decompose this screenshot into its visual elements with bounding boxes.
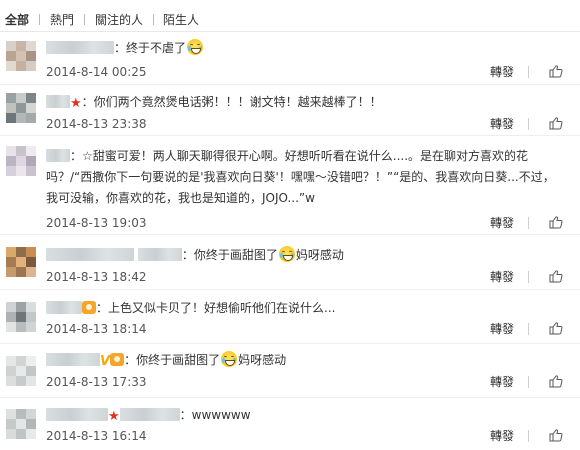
timestamp: 2014-8-13 23:38	[46, 117, 147, 131]
action-divider	[528, 66, 529, 78]
timestamp: 2014-8-13 17:33	[46, 375, 147, 389]
laugh-cry-emoji-icon	[187, 39, 204, 55]
timestamp: 2014-8-14 00:25	[46, 65, 147, 79]
like-button[interactable]	[549, 375, 566, 389]
avatar[interactable]	[6, 356, 36, 386]
repost-button[interactable]: 轉發	[490, 429, 514, 443]
like-button[interactable]	[549, 65, 566, 79]
avatar[interactable]	[6, 302, 36, 332]
avatar[interactable]	[6, 146, 36, 176]
tab-following[interactable]: 關注的人	[95, 12, 143, 28]
like-button[interactable]	[549, 117, 566, 131]
repost-button[interactable]: 轉發	[490, 65, 514, 79]
comment-text: ★ ：wwwwww	[46, 406, 566, 426]
like-button[interactable]	[549, 322, 566, 336]
laugh-cry-emoji-icon	[221, 351, 238, 367]
comment-text: ：☆甜蜜可爱！两人聊天聊得很开心啊。好想听听看在说什么....。是在聊对方喜欢的…	[46, 146, 566, 209]
timestamp: 2014-8-13 16:14	[46, 429, 147, 443]
comment-item: ：☆甜蜜可爱！两人聊天聊得很开心啊。好想听听看在说什么....。是在聊对方喜欢的…	[0, 136, 580, 235]
action-divider	[528, 376, 529, 388]
repost-button[interactable]: 轉發	[490, 270, 514, 284]
comment-body: ：你终于画甜图了	[124, 353, 221, 367]
thumbs-up-icon	[549, 322, 563, 335]
comment-text: ：终于不虐了	[46, 39, 566, 58]
comment-body-tail: 妈呀感动	[295, 248, 344, 262]
comment-body: ：wwwwww	[179, 408, 251, 422]
tab-divider	[84, 14, 85, 25]
avatar[interactable]	[6, 247, 36, 277]
comment-body: ：你终于画甜图了	[181, 248, 278, 262]
timestamp: 2014-8-13 18:14	[46, 322, 147, 336]
repost-button[interactable]: 轉發	[490, 322, 514, 336]
timestamp: 2014-8-13 18:42	[46, 270, 147, 284]
comment-item: V ：你终于画甜图了 妈呀感动 2014-8-13 17:33 轉發	[0, 344, 580, 398]
comment-item: ：你终于画甜图了 妈呀感动 2014-8-13 18:42 轉發	[0, 235, 580, 290]
timestamp: 2014-8-13 19:03	[46, 216, 147, 230]
vip-v-icon: V	[100, 354, 111, 369]
comment-body-tail: 妈呀感动	[238, 353, 287, 367]
red-star-icon: ★	[108, 409, 120, 424]
vip-member-icon	[110, 353, 125, 366]
repost-button[interactable]: 轉發	[490, 117, 514, 131]
action-divider	[528, 118, 529, 130]
laugh-cry-emoji-icon	[278, 246, 295, 262]
username-blurred[interactable]	[46, 408, 108, 421]
comment-text: ：你终于画甜图了 妈呀感动	[46, 246, 566, 265]
thumbs-up-icon	[549, 117, 563, 130]
thumbs-up-icon	[549, 429, 563, 442]
reply-target-blurred[interactable]	[119, 408, 180, 421]
comment-item: ★ ：wwwwww 2014-8-13 16:14 轉發	[0, 398, 580, 450]
username-blurred[interactable]	[46, 149, 70, 162]
comment-body: ：你们两个竟然煲电话粥！！！谢文特！越来越棒了！！	[81, 95, 382, 109]
comment-item: ：终于不虐了 2014-8-14 00:25 轉發	[0, 33, 580, 85]
repost-button[interactable]: 轉發	[490, 375, 514, 389]
avatar[interactable]	[6, 409, 36, 439]
tab-all[interactable]: 全部	[5, 12, 29, 28]
username-blurred[interactable]	[46, 353, 100, 366]
action-divider	[528, 271, 529, 283]
comment-text: ：上色又似卡贝了！好想偷听他们在说什么...	[46, 299, 566, 318]
comment-body: ：终于不虐了	[114, 41, 187, 55]
username-blurred[interactable]	[46, 248, 134, 261]
filter-tabs: 全部 熱門 關注的人 陌生人	[0, 0, 580, 32]
thumbs-up-icon	[549, 216, 563, 229]
thumbs-up-icon	[549, 270, 563, 283]
member-icon	[82, 301, 96, 314]
like-button[interactable]	[549, 270, 566, 284]
comment-text: V ：你终于画甜图了 妈呀感动	[46, 351, 566, 371]
tab-hot[interactable]: 熱門	[50, 12, 74, 28]
comment-body: ：上色又似卡贝了！好想偷听他们在说什么...	[96, 301, 336, 315]
comment-body: ：☆甜蜜可爱！两人聊天聊得很开心啊。好想听听看在说什么....。是在聊对方喜欢的…	[46, 149, 555, 205]
action-divider	[528, 430, 529, 442]
comment-text: ★：你们两个竟然煲电话粥！！！谢文特！越来越棒了！！	[46, 93, 566, 113]
username-blurred[interactable]	[46, 301, 82, 314]
repost-button[interactable]: 轉發	[490, 216, 514, 230]
avatar[interactable]	[6, 41, 36, 71]
thumbs-up-icon	[549, 65, 563, 78]
action-divider	[528, 217, 529, 229]
tab-divider	[39, 14, 40, 25]
thumbs-up-icon	[549, 375, 563, 388]
avatar[interactable]	[6, 93, 36, 123]
like-button[interactable]	[549, 429, 566, 443]
action-divider	[528, 323, 529, 335]
tab-strangers[interactable]: 陌生人	[163, 12, 199, 28]
username-blurred[interactable]	[46, 41, 114, 54]
red-star-icon: ★	[70, 96, 82, 111]
comment-item: ★：你们两个竟然煲电话粥！！！谢文特！越来越棒了！！ 2014-8-13 23:…	[0, 85, 580, 136]
like-button[interactable]	[549, 216, 566, 230]
comment-item: ：上色又似卡贝了！好想偷听他们在说什么... 2014-8-13 18:14 轉…	[0, 290, 580, 344]
reply-target-blurred[interactable]	[137, 248, 182, 261]
tab-divider	[153, 14, 154, 25]
username-blurred[interactable]	[46, 95, 70, 108]
